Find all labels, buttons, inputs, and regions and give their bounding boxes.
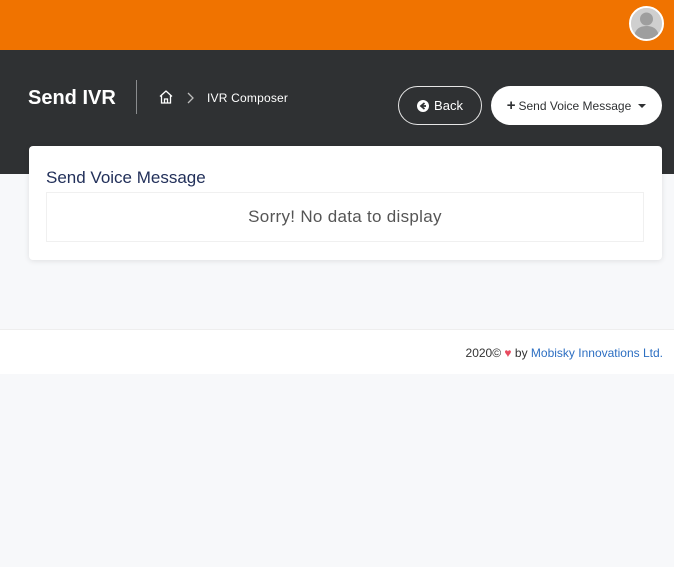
content-card: Send Voice Message Sorry! No data to dis… <box>29 146 662 260</box>
footer-credit: 2020© ♥ by Mobisky Innovations Ltd. <box>466 346 663 360</box>
page-title: Send IVR <box>28 87 116 109</box>
empty-state-box: Sorry! No data to display <box>46 192 644 242</box>
title-divider <box>136 80 137 114</box>
company-link[interactable]: Mobisky Innovations Ltd. <box>531 346 663 360</box>
send-voice-message-button[interactable]: + Send Voice Message <box>491 86 662 125</box>
heart-icon: ♥ <box>504 346 512 360</box>
breadcrumb-current: IVR Composer <box>207 91 289 105</box>
footer-by: by <box>514 346 528 360</box>
card-title: Send Voice Message <box>46 168 206 187</box>
back-button-label: Back <box>434 98 463 113</box>
plus-icon: + <box>506 96 516 114</box>
home-icon[interactable] <box>158 89 174 105</box>
caret-down-icon <box>638 103 647 108</box>
empty-state-message: Sorry! No data to display <box>248 207 442 226</box>
send-voice-message-label: Send Voice Message <box>518 98 632 113</box>
footer: 2020© ♥ by Mobisky Innovations Ltd. <box>0 329 674 374</box>
footer-year: 2020© <box>465 346 502 360</box>
user-avatar[interactable] <box>629 6 664 41</box>
circle-arrow-left-icon <box>417 99 430 112</box>
top-bar <box>0 0 674 50</box>
chevron-right-icon <box>187 92 194 104</box>
user-icon <box>631 8 662 39</box>
back-button[interactable]: Back <box>398 86 482 125</box>
